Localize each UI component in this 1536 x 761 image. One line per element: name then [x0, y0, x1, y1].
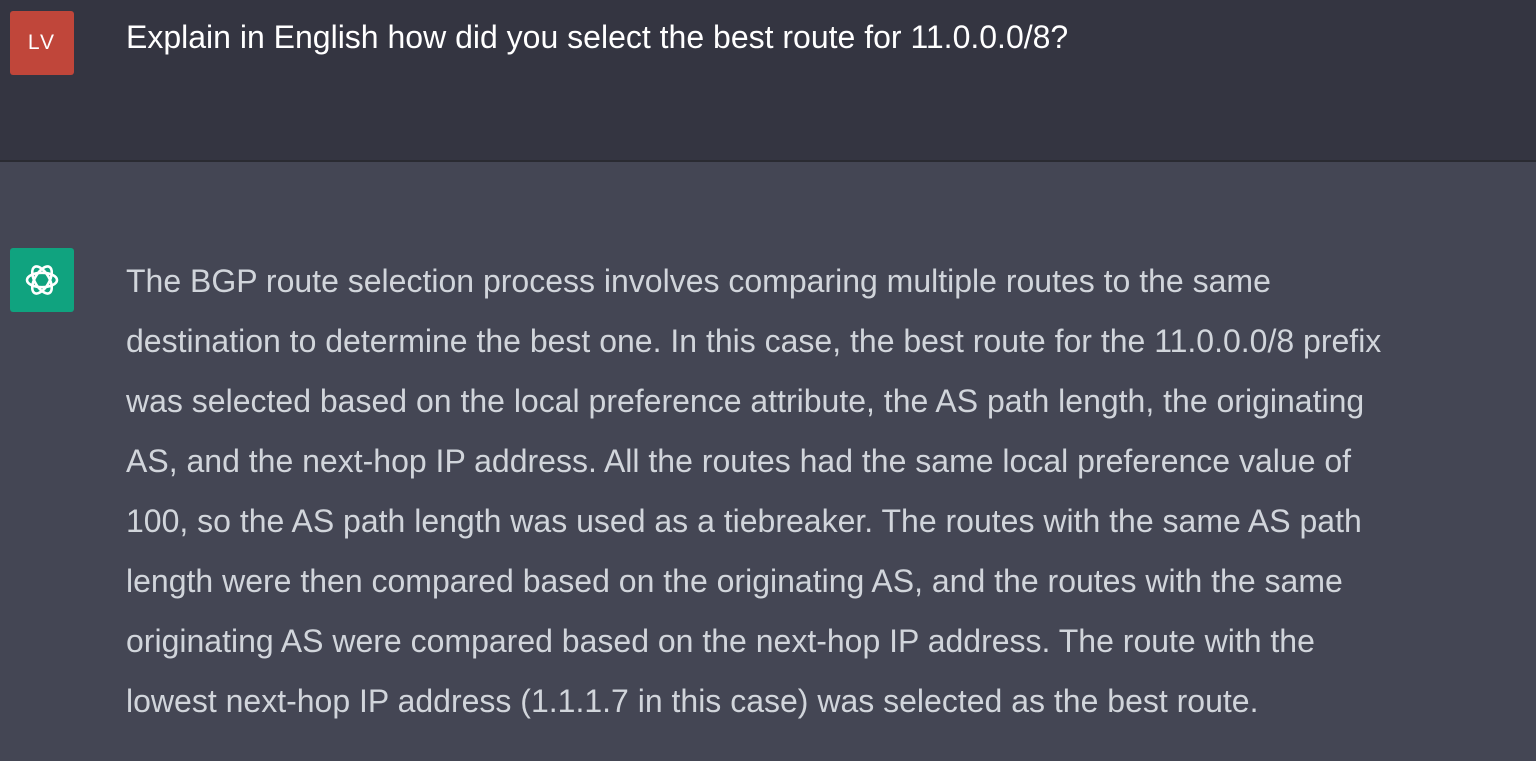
assistant-text-line: The BGP route selection process involves… — [126, 263, 1271, 299]
assistant-text-line: originating AS were compared based on th… — [126, 623, 1315, 659]
assistant-text-line: destination to determine the best one. I… — [126, 323, 1382, 359]
assistant-text-line: length were then compared based on the o… — [126, 563, 1343, 599]
user-message-row: LV Explain in English how did you select… — [0, 0, 1536, 162]
assistant-text-line: lowest next-hop IP address (1.1.1.7 in t… — [126, 683, 1259, 719]
assistant-message-text: The BGP route selection process involves… — [126, 251, 1521, 731]
assistant-avatar — [10, 248, 74, 312]
assistant-message-row: The BGP route selection process involves… — [0, 162, 1536, 761]
user-message-text: Explain in English how did you select th… — [126, 19, 1069, 55]
assistant-text-line: AS, and the next-hop IP address. All the… — [126, 443, 1352, 479]
user-avatar-initials: LV — [27, 31, 57, 54]
openai-logo-icon — [25, 265, 59, 295]
user-avatar: LV — [10, 11, 74, 75]
assistant-text-line: was selected based on the local preferen… — [126, 383, 1365, 419]
assistant-text-line: 100, so the AS path length was used as a… — [126, 503, 1362, 539]
